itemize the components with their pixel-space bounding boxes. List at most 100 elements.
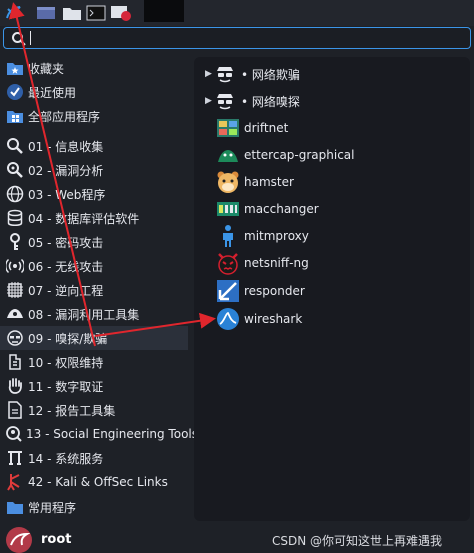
category-13[interactable]: 13 - Social Engineering Tools [0,422,198,446]
category-12[interactable]: 12 - 报告工具集 [0,398,188,422]
taskbar-window-preview[interactable] [144,0,184,22]
tool-icon [5,352,25,372]
star-folder-icon [5,58,25,78]
ettercap-icon [216,143,240,167]
kali-menu-icon[interactable] [2,2,26,24]
category-label: 09 - 嗅探/欺骗 [28,331,108,346]
macchanger-icon [216,197,240,221]
app-label: driftnet [244,121,289,135]
wireshark-icon [216,307,240,331]
spy-icon [213,62,237,86]
app-hamster[interactable]: hamster [194,169,474,195]
top-taskbar [0,0,474,26]
wireless-icon [5,256,25,276]
chip-icon [5,280,25,300]
submenu-spoofing[interactable]: ▶ • 网络欺骗 [194,61,470,87]
category-02[interactable]: 02 - 漏洞分析 [0,158,188,182]
category-06[interactable]: 06 - 无线攻击 [0,254,188,278]
category-label: 08 - 漏洞利用工具集 [28,307,140,322]
app-wireshark[interactable]: wireshark [194,306,474,332]
netsniff-icon [216,251,240,275]
apps-icon [5,106,25,126]
database-icon [5,208,25,228]
folder-icon [5,497,25,517]
app-netsniff-ng[interactable]: netsniff-ng [194,250,474,276]
exploit-icon [5,304,25,324]
service-icon [5,448,25,468]
app-panel: ▶ • 网络欺骗 ▶ • 网络嗅探 driftnet ettercap-grap… [194,57,470,521]
category-label: 收藏夹 [28,61,65,76]
kali-links-icon [5,472,25,492]
app-label: mitmproxy [244,229,309,243]
category-09-selected[interactable]: 09 - 嗅探/欺骗 [0,326,188,350]
magnifier-icon [5,136,25,156]
vuln-icon [5,160,25,180]
category-recent[interactable]: 最近使用 [0,80,188,104]
app-mitmproxy[interactable]: mitmproxy [194,223,474,249]
search-icon [11,31,27,51]
app-label: macchanger [244,202,319,216]
category-list: 收藏夹 最近使用 全部应用程序 01 - 信息收集 02 - 漏洞分析 03 -… [0,54,198,524]
bottom-bar: root CSDN @你可知这世上再难遇我 [0,524,474,553]
key-icon [5,232,25,252]
app-label: wireshark [244,312,303,326]
category-label: 02 - 漏洞分析 [28,163,104,178]
category-11[interactable]: 11 - 数字取证 [0,374,188,398]
app-driftnet[interactable]: driftnet [194,115,474,141]
app-ettercap[interactable]: ettercap-graphical [194,142,474,168]
category-01[interactable]: 01 - 信息收集 [0,134,188,158]
category-label: 13 - Social Engineering Tools [26,427,198,441]
app-label: hamster [244,175,294,189]
category-label: 04 - 数据库评估软件 [28,211,140,226]
submenu-sniffing[interactable]: ▶ • 网络嗅探 [194,88,470,114]
category-04[interactable]: 04 - 数据库评估软件 [0,206,188,230]
category-07[interactable]: 07 - 逆向工程 [0,278,188,302]
category-all-apps[interactable]: 全部应用程序 [0,104,188,128]
category-label: 05 - 密码攻击 [28,235,104,250]
category-label: 12 - 报告工具集 [28,403,116,418]
category-05[interactable]: 05 - 密码攻击 [0,230,188,254]
app-macchanger[interactable]: macchanger [194,196,474,222]
app-label: netsniff-ng [244,256,309,270]
category-label: 01 - 信息收集 [28,139,104,154]
app-label: • 网络欺骗 [241,67,300,82]
category-label: 42 - Kali & OffSec Links [28,475,168,489]
expand-arrow-icon[interactable]: ▶ [205,96,213,106]
category-14[interactable]: 14 - 系统服务 [0,446,188,470]
hamster-icon [216,170,240,194]
expand-arrow-icon[interactable]: ▶ [205,69,213,79]
category-03[interactable]: 03 - Web程序 [0,182,188,206]
avatar[interactable] [6,527,32,553]
social-icon [5,424,23,444]
sniff-icon [5,328,25,348]
category-label: 10 - 权限维持 [28,355,104,370]
category-label: 最近使用 [28,85,77,100]
category-common[interactable]: 常用程序 [0,495,188,519]
category-favorites[interactable]: 收藏夹 [0,56,188,80]
terminal-icon[interactable] [84,2,108,24]
workspace-icon[interactable] [34,2,58,24]
report-icon [5,400,25,420]
spy-icon [213,89,237,113]
recorder-icon[interactable] [108,2,134,24]
app-responder[interactable]: responder [194,278,474,304]
driftnet-icon [216,116,240,140]
responder-icon [216,279,240,303]
category-label: 06 - 无线攻击 [28,259,104,274]
category-label: 03 - Web程序 [28,187,106,202]
category-label: 11 - 数字取证 [28,379,104,394]
category-10[interactable]: 10 - 权限维持 [0,350,188,374]
text-caret [30,31,31,45]
category-08[interactable]: 08 - 漏洞利用工具集 [0,302,188,326]
hand-icon [5,376,25,396]
category-label: 常用程序 [28,500,77,515]
category-label: 全部应用程序 [28,109,101,124]
category-42[interactable]: 42 - Kali & OffSec Links [0,470,188,494]
user-name: root [41,532,72,547]
mitmproxy-icon [216,224,240,248]
files-icon[interactable] [60,2,84,24]
globe-icon [5,184,25,204]
app-label: ettercap-graphical [244,148,355,162]
search-bar[interactable] [3,27,471,49]
app-label: • 网络嗅探 [241,94,300,109]
